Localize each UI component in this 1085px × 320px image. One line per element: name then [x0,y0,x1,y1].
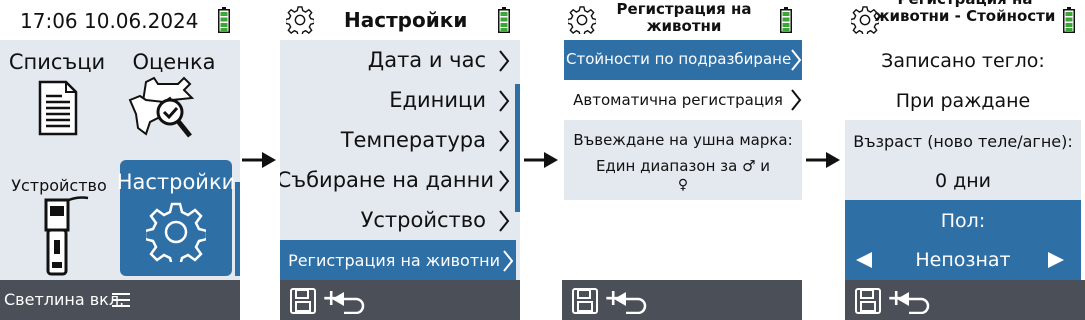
list-item-device[interactable]: Устройство [280,200,516,240]
light-status: Светлина вкл. [4,290,125,309]
plus-sign: + [604,286,623,311]
screen-main-menu: 17:06 10.06.2024 Списъци Оценка Устройст… [0,0,240,320]
age-group[interactable]: Възраст (ново теле/агне): 0 дни [845,120,1081,200]
list-item-label: Събиране на данни [280,168,494,192]
page-title-line2: животни - Стойности [874,7,1056,25]
list-item-date-time[interactable]: Дата и час [280,40,516,80]
list-item-animal-registration[interactable]: Регистрация на животни [280,240,516,280]
sex-value: Непознат [915,249,1011,271]
tile-label: Списъци [8,50,106,74]
list-item-label: Устройство [360,208,486,232]
recorded-weight-label: Записано тегло: [881,50,1045,72]
arrow-right-icon [806,152,840,168]
footer: Светлина вкл. [0,280,240,320]
scrollbar[interactable] [235,182,240,276]
tile-grid: Списъци Оценка Устройство Настройки [0,40,240,280]
footer: + [845,280,1085,320]
chevron-right-icon [791,49,802,71]
footer: + [280,280,520,320]
tile-label: Устройство [11,176,107,195]
list-item-label: Автоматична регистрация [573,91,783,109]
screen-animal-registration: Регистрация на животни Стойности по подр… [562,0,802,320]
chevron-right-icon [499,130,510,152]
battery-icon [780,7,792,33]
device-reader-icon [44,196,89,276]
battery-icon [498,7,510,33]
header: Настройки [280,0,520,40]
list-item-label: Регистрация на животни [288,251,500,270]
header: 17:06 10.06.2024 [0,0,240,40]
list-item-label: Температура [340,128,486,152]
chevron-right-icon [499,170,510,192]
footer: + [562,280,802,320]
header: Регистрация на животни - Стойности [845,0,1085,40]
list-item-label: Единици [389,88,486,112]
screen-registration-defaults: Регистрация на животни - Стойности Запис… [845,0,1085,320]
list-item-auto-registration[interactable]: Автоматична регистрация [564,80,802,120]
menu-icon[interactable] [112,292,130,308]
document-list-icon [38,80,78,136]
list-item-units[interactable]: Единици [280,80,516,120]
list-item-temperature[interactable]: Температура [280,120,516,160]
animal-evaluation-icon [128,76,195,138]
ear-tag-value-line1: Един диапазон за ♂ и [595,157,771,175]
arrow-right-icon [524,152,558,168]
tile-label: Оценка [132,50,216,74]
recorded-weight-value: При раждане [895,90,1031,112]
gear-icon [568,6,596,34]
page-title: Регистрация на животни - Стойности [865,0,1065,25]
tile-lists[interactable]: Списъци [0,40,120,160]
screen-settings: Настройки Дата и час Единици Температура… [280,0,520,320]
chevron-right-icon [499,90,510,112]
scrollbar[interactable] [515,84,520,212]
page-title-line2: животни [646,17,722,35]
page-title-line1: Регистрация на [616,0,752,18]
recorded-weight-group[interactable]: Записано тегло: При раждане [845,40,1081,120]
page-title: Регистрация на животни [614,1,754,35]
settings-list: Дата и час Единици Температура Събиране … [280,40,520,280]
arrow-right-icon [242,152,276,168]
list-item-label: Дата и час [367,48,486,72]
list-item-label: Стойности по подразбиране [566,50,792,68]
tile-device[interactable]: Устройство [0,160,120,280]
ear-tag-label: Въвеждане на ушна марка: [573,131,793,149]
battery-icon [218,7,230,33]
gear-icon [146,202,206,262]
list-item-default-values[interactable]: Стойности по подразбиране [564,40,802,80]
chevron-right-icon [499,210,510,232]
sex-label: Пол: [940,210,986,232]
list-item-data-collection[interactable]: Събиране на данни [280,160,516,200]
header: Регистрация на животни [562,0,802,40]
chevron-right-icon [503,250,514,272]
arrow-right-icon[interactable] [1047,251,1065,269]
plus-sign: + [322,286,341,311]
ear-tag-setting[interactable]: Въвеждане на ушна марка: Един диапазон з… [564,120,802,200]
tile-settings[interactable]: Настройки [117,160,235,276]
sex-group[interactable]: Пол: Непознат [845,200,1081,280]
chevron-right-icon [791,89,802,111]
age-label: Възраст (ново теле/агне): [853,132,1073,151]
plus-sign: + [887,286,906,311]
tile-evaluation[interactable]: Оценка [120,40,240,160]
tile-label: Настройки [116,170,236,194]
page-title: Настройки [344,8,468,32]
datetime: 17:06 10.06.2024 [20,9,199,33]
age-value: 0 дни [934,170,992,192]
battery-icon [1063,7,1075,33]
gear-icon [286,6,314,34]
chevron-right-icon [499,50,510,72]
ear-tag-value-line2: ♀ [677,177,689,193]
